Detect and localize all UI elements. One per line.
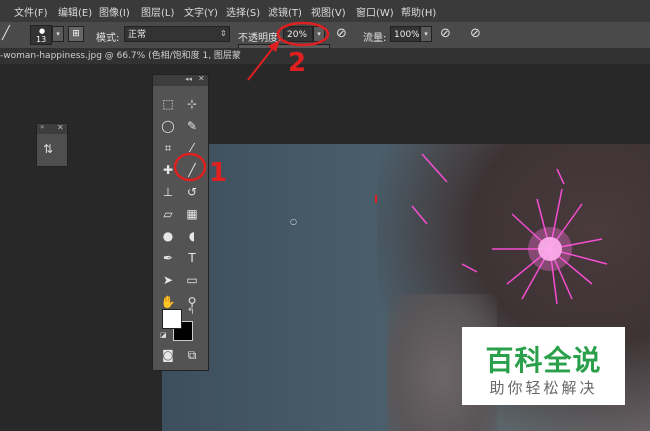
annotation-arrowhead [268, 40, 280, 52]
annotation-arrow [247, 43, 277, 81]
watermark-logo: 百科全说 助你轻松解决 [462, 327, 625, 405]
watermark-title: 百科全说 [485, 344, 602, 377]
annotation-step-1: 1 [209, 158, 228, 188]
annotation-circle-brush [173, 152, 207, 182]
annotation-step-2: 2 [288, 48, 307, 78]
annotation-circle-opacity [276, 21, 330, 47]
watermark-subtitle: 助你轻松解决 [489, 379, 598, 397]
